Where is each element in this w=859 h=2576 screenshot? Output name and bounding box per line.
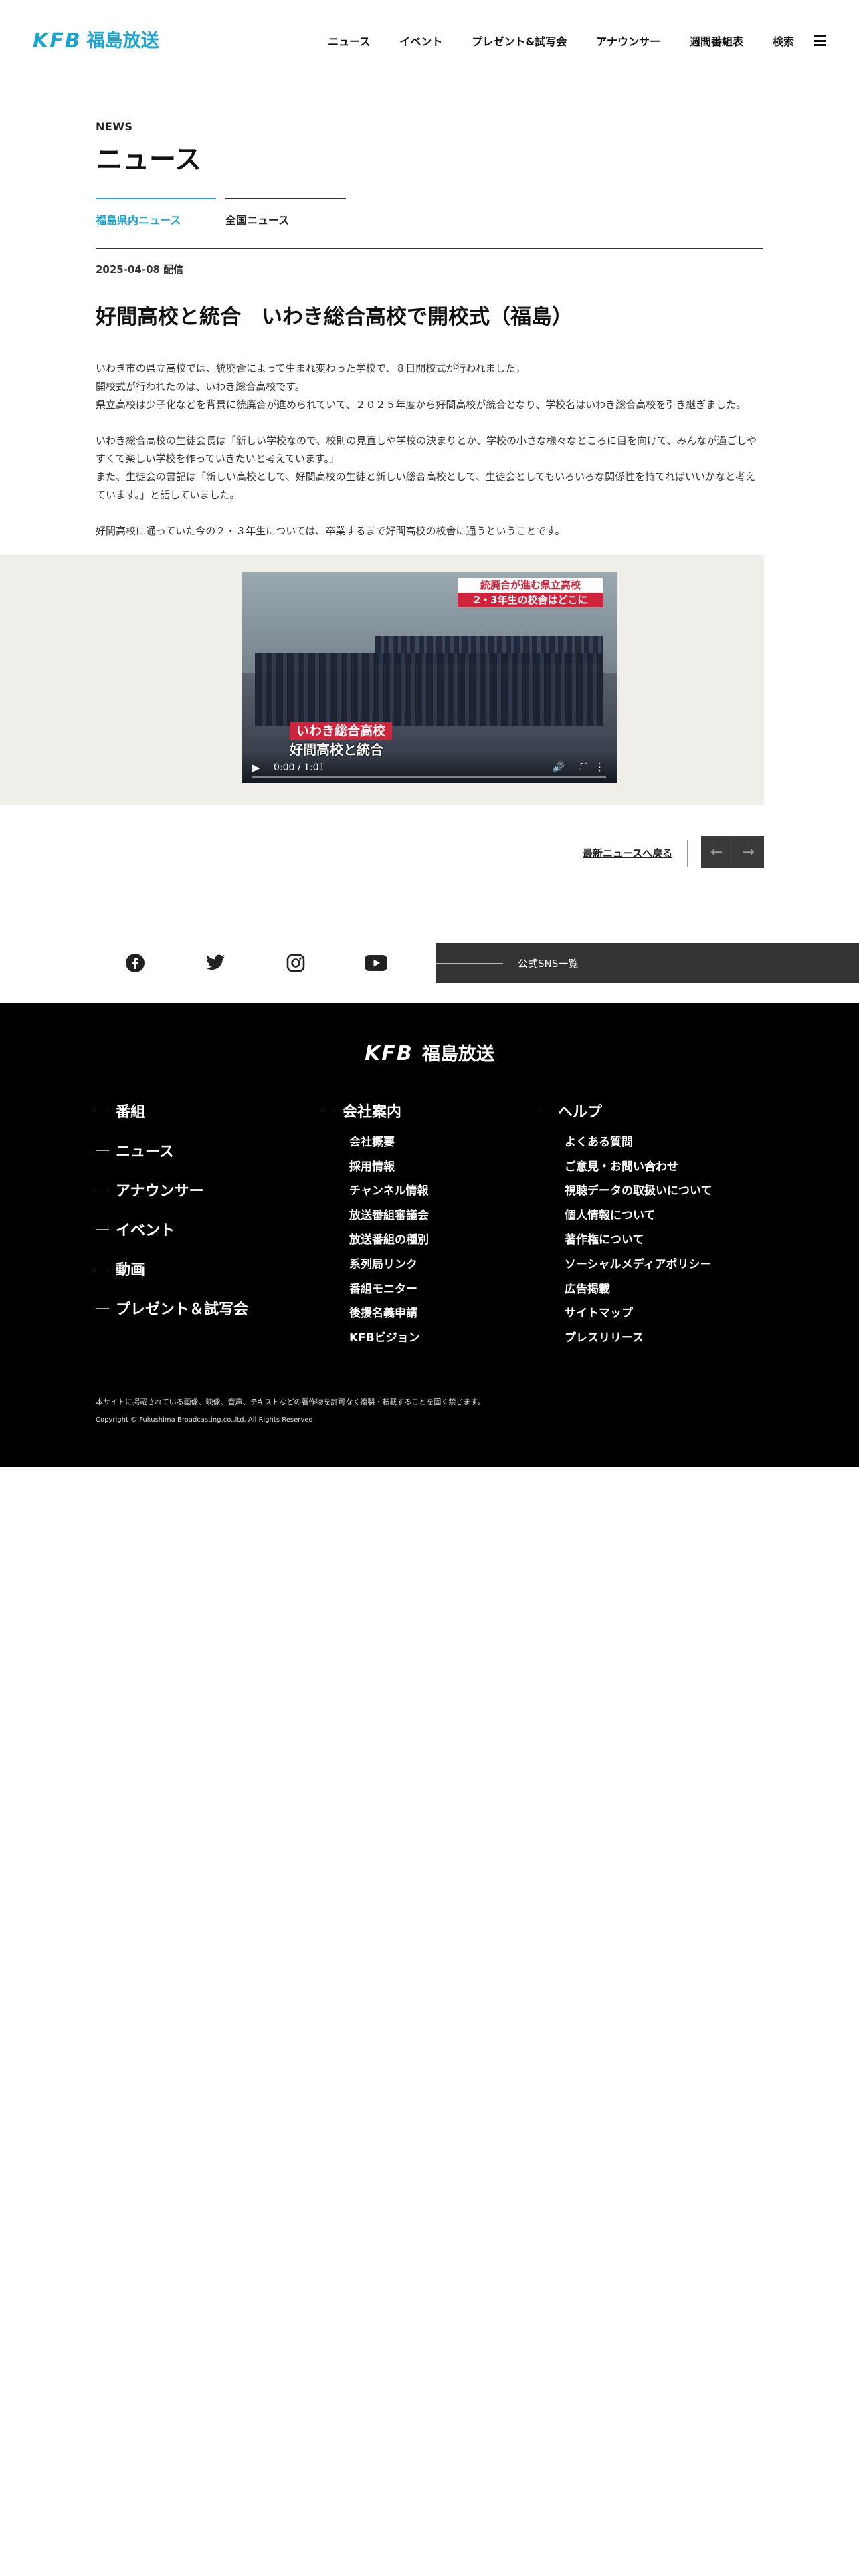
footer-logo[interactable]: KFB 福島放送: [0, 1039, 859, 1065]
footer-link[interactable]: 採用情報: [349, 1159, 429, 1175]
text-line: いわき市の県立高校では、統廃合によって生まれ変わった学校で、８日開校式が行われま…: [96, 362, 526, 374]
article-pager: ← →: [701, 836, 764, 868]
site-header: KFB 福島放送 ニュース イベント プレゼント&試写会 アナウンサー 週間番組…: [0, 0, 859, 83]
article-title: 好間高校と統合 いわき総合高校で開校式（福島）: [96, 305, 573, 329]
footer-link[interactable]: チャンネル情報: [349, 1183, 429, 1199]
footer-logo-mark: KFB: [365, 1042, 413, 1065]
footer-help-list: よくある質問 ご意見・お問い合わせ 視聴データの取扱いについて 個人情報について…: [538, 1134, 712, 1346]
paragraph: いわき総合高校の生徒会長は「新しい学校なので、校則の見直しや学校の決まりとか、学…: [96, 432, 763, 504]
text-line: 県立高校は少子化などを背景に統廃合が進められていて、２０２５年度から好間高校が統…: [96, 399, 747, 411]
nav-present[interactable]: プレゼント&試写会: [472, 33, 567, 49]
footer-company-list: 会社概要 採用情報 チャンネル情報 放送番組審議会 放送番組の種別 系列局リンク…: [322, 1134, 429, 1346]
footer-link-video[interactable]: 動画: [96, 1259, 248, 1279]
tab-national-news[interactable]: 全国ニュース: [225, 198, 346, 227]
hamburger-menu-icon[interactable]: [814, 35, 826, 46]
global-nav: ニュース イベント プレゼント&試写会 アナウンサー 週間番組表 検索: [328, 29, 826, 52]
publish-date: 2025-04-08 配信: [96, 263, 184, 276]
site-footer: KFB 福島放送 番組 ニュース アナウンサー イベント 動画 プレゼント＆試写…: [0, 1003, 859, 1467]
paragraph: 好間高校に通っていた今の２・３年生については、卒業するまで好間高校の校舎に通うと…: [96, 522, 763, 540]
footer-link[interactable]: ご意見・お問い合わせ: [565, 1159, 712, 1175]
sns-list-button[interactable]: 公式SNS一覧: [436, 943, 859, 983]
video-frame-students: [255, 653, 603, 726]
sns-list-label: 公式SNS一覧: [518, 957, 579, 970]
caption-school-name: いわき総合高校: [290, 722, 393, 740]
footer-link[interactable]: 会社概要: [349, 1134, 429, 1150]
video-controls: ▶ 0:00 / 1:01 🔊 ⛶ ⋮: [242, 752, 617, 783]
decorative-line: [436, 962, 503, 964]
footer-link-present[interactable]: プレゼント＆試写会: [96, 1298, 248, 1318]
logo-mark: KFB: [33, 29, 82, 53]
text-line: また、生徒会の書記は「新しい高校として、好間高校の生徒と新しい総合高校として、生…: [96, 471, 756, 501]
prev-article-arrow-icon[interactable]: ←: [701, 836, 733, 868]
nav-announcer[interactable]: アナウンサー: [596, 33, 660, 49]
next-article-arrow-icon[interactable]: →: [732, 836, 765, 868]
facebook-icon[interactable]: [124, 952, 147, 974]
volume-icon[interactable]: 🔊: [552, 761, 565, 773]
footer-link-event[interactable]: イベント: [96, 1219, 248, 1239]
text-line: 開校式が行われたのは、いわき総合高校です。: [96, 381, 305, 393]
footer-link-programs[interactable]: 番組: [96, 1101, 248, 1121]
caption-line: 2・3年生の校舎はどこに: [458, 593, 603, 607]
article-body: いわき市の県立高校では、統廃合によって生まれ変わった学校で、８日開校式が行われま…: [96, 360, 763, 558]
footer-column-main: 番組 ニュース アナウンサー イベント 動画 プレゼント＆試写会: [96, 1101, 248, 1337]
video-caption-top: 統廃合が進む県立高校 2・3年生の校舎はどこに: [458, 578, 603, 607]
text-line: 好間高校に通っていた今の２・３年生については、卒業するまで好間高校の校舎に通うと…: [96, 525, 565, 537]
copyright-notice: 本サイトに掲載されている画像、映像、音声、テキストなどの著作物を許可なく複製・転…: [96, 1398, 485, 1406]
footer-heading-help[interactable]: ヘルプ: [538, 1101, 712, 1121]
footer-link[interactable]: 著作権について: [565, 1232, 712, 1248]
footer-link[interactable]: 広告掲載: [565, 1281, 712, 1297]
footer-link[interactable]: KFBビジョン: [349, 1330, 429, 1346]
footer-link[interactable]: 系列局リンク: [349, 1257, 429, 1273]
footer-link[interactable]: プレスリリース: [565, 1330, 712, 1346]
instagram-icon[interactable]: [284, 952, 307, 974]
footer-link-announcer[interactable]: アナウンサー: [96, 1180, 248, 1200]
footer-link[interactable]: 放送番組審議会: [349, 1208, 429, 1224]
footer-link-news[interactable]: ニュース: [96, 1140, 248, 1160]
video-time: 0:00 / 1:01: [274, 762, 325, 773]
sns-bar: 公式SNS一覧: [0, 943, 859, 983]
footer-heading-company[interactable]: 会社案内: [322, 1101, 429, 1121]
section-eyebrow: NEWS: [96, 120, 133, 133]
copyright: Copyright © Fukushima Broadcasting.co.,l…: [96, 1416, 315, 1424]
seek-bar[interactable]: [252, 776, 606, 778]
divider: [96, 248, 763, 249]
page-title: ニュース: [96, 144, 201, 175]
nav-weekly-schedule[interactable]: 週間番組表: [690, 33, 743, 49]
news-video-player[interactable]: 統廃合が進む県立高校 2・3年生の校舎はどこに いわき総合高校 好間高校と統合 …: [242, 572, 617, 783]
paragraph: いわき市の県立高校では、統廃合によって生まれ変わった学校で、８日開校式が行われま…: [96, 360, 763, 414]
footer-column-company: 会社案内 会社概要 採用情報 チャンネル情報 放送番組審議会 放送番組の種別 系…: [322, 1101, 429, 1354]
back-to-latest-news-link[interactable]: 最新ニュースへ戻る: [583, 846, 672, 860]
fullscreen-icon[interactable]: ⛶: [580, 761, 587, 773]
caption-line: 統廃合が進む県立高校: [458, 578, 603, 593]
nav-event[interactable]: イベント: [399, 33, 442, 49]
text-line: いわき総合高校の生徒会長は「新しい学校なので、校則の見直しや学校の決まりとか、学…: [96, 435, 757, 465]
news-tabs: 福島県内ニュース 全国ニュース: [96, 198, 355, 227]
footer-column-help: ヘルプ よくある質問 ご意見・お問い合わせ 視聴データの取扱いについて 個人情報…: [538, 1101, 712, 1354]
footer-link[interactable]: 番組モニター: [349, 1281, 429, 1297]
twitter-icon[interactable]: [204, 952, 227, 974]
footer-link[interactable]: よくある質問: [565, 1134, 712, 1150]
footer-link[interactable]: 後援名義申請: [349, 1305, 429, 1321]
footer-link[interactable]: 視聴データの取扱いについて: [565, 1183, 712, 1199]
nav-news[interactable]: ニュース: [328, 33, 370, 49]
play-icon[interactable]: ▶: [252, 762, 260, 774]
footer-link[interactable]: サイトマップ: [565, 1305, 712, 1321]
footer-link[interactable]: 放送番組の種別: [349, 1232, 429, 1248]
more-options-icon[interactable]: ⋮: [595, 761, 605, 773]
footer-link[interactable]: ソーシャルメディアポリシー: [565, 1257, 712, 1273]
footer-link[interactable]: 個人情報について: [565, 1208, 712, 1224]
pager-divider: [687, 840, 688, 867]
tab-fukushima-news[interactable]: 福島県内ニュース: [96, 198, 216, 227]
nav-search[interactable]: 検索: [773, 33, 794, 49]
youtube-icon[interactable]: [365, 952, 387, 974]
logo-name: 福島放送: [86, 31, 159, 51]
footer-logo-name: 福島放送: [421, 1044, 494, 1065]
kfb-logo[interactable]: KFB 福島放送: [33, 31, 159, 52]
